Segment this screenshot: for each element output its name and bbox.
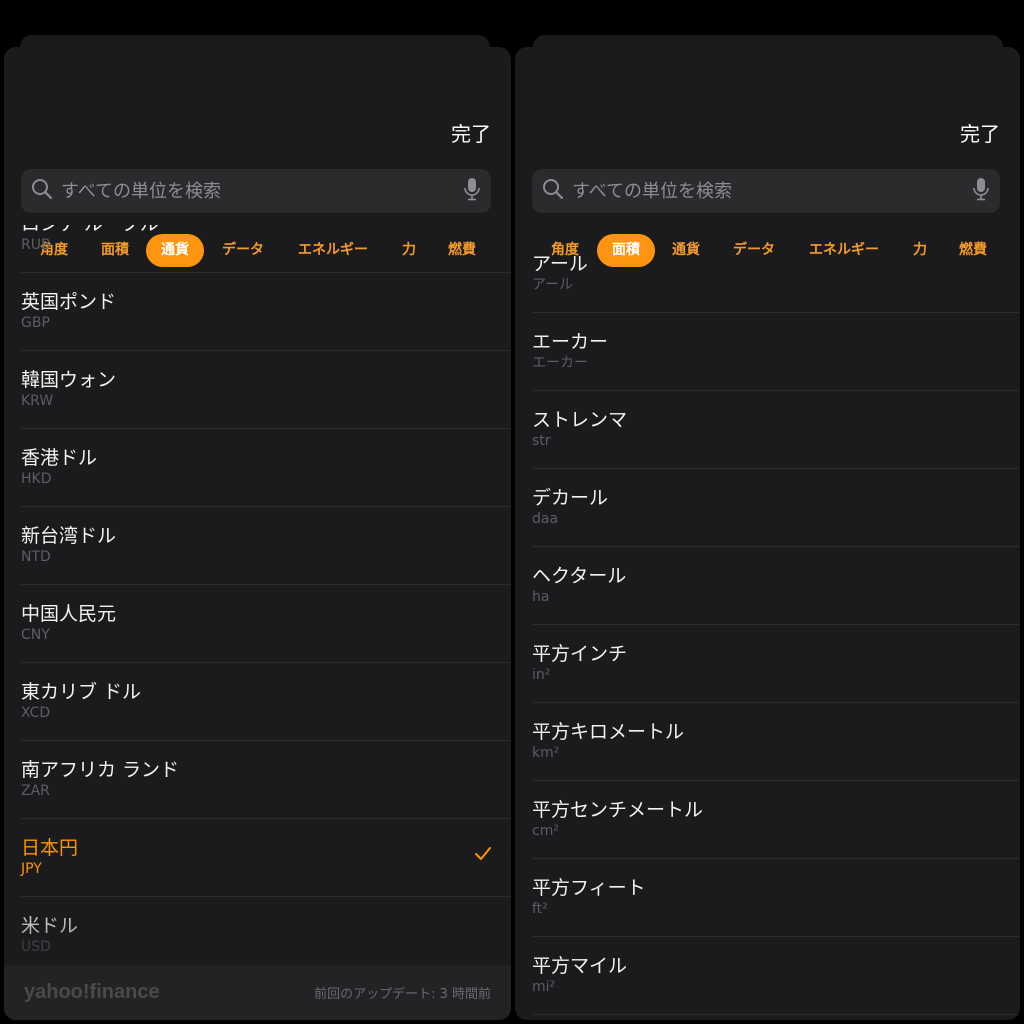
search-icon [542,178,564,204]
search-bar[interactable] [532,169,1000,213]
unit-row[interactable]: エーカー エーカー [532,313,1020,391]
unit-code: mi² [532,979,556,995]
unit-row[interactable]: 香港ドル HKD [21,429,511,507]
unit-code: RUB [21,237,51,253]
unit-name: 東カリブ ドル [21,681,142,703]
unit-row[interactable]: 日本円 JPY [21,819,511,897]
unit-row[interactable]: 中国人民元 CNY [21,585,511,663]
area-unit-sheet: 完了 角度面積通貨データエネルギー力燃費 アールアールエーカーエーカーストレンマ… [515,47,1020,1020]
unit-name: ヘクタール [532,565,627,587]
unit-list: アール アール エーカー エーカー ストレンマ str デカール daa ヘクタール ha 平方イン… [515,235,1020,1020]
microphone-icon[interactable] [463,177,481,205]
unit-name: 韓国ウォン [21,369,117,391]
search-icon [31,178,53,204]
unit-name: 南アフリカ ランド [21,759,180,781]
unit-name: 平方センチメートル [532,799,704,821]
unit-code: エーカー [532,355,588,371]
unit-code: GBP [21,315,50,331]
unit-code: ft² [532,901,548,917]
unit-name: アール [532,253,588,275]
unit-row[interactable]: 平方キロメートル km² [532,703,1020,781]
unit-code: KRW [21,393,54,409]
footer: yahoo!finance 前回のアップデート: 3 時間前 [4,965,511,1020]
unit-name: 英国ポンド [21,291,117,313]
search-bar[interactable] [21,169,491,213]
unit-name: ロシア ルーブル [21,225,511,236]
yahoo-finance-logo[interactable]: yahoo!finance [24,981,160,1004]
unit-code: daa [532,511,559,527]
currency-unit-sheet: 完了 角度面積通貨データエネルギー力燃費 ロシア ルーブルRUB英国ポンドGBP… [4,47,511,1020]
unit-name: 中国人民元 [21,603,117,625]
unit-code: HKD [21,471,52,487]
unit-row[interactable]: 韓国ウォン KRW [21,351,511,429]
unit-code: km² [532,745,560,761]
unit-code: ZAR [21,783,50,799]
done-button[interactable]: 完了 [451,118,491,147]
unit-row[interactable]: ストレンマ str [532,391,1020,469]
unit-code: CNY [21,627,50,643]
unit-code: JPY [21,861,42,877]
unit-code: ha [532,589,550,605]
unit-code: in² [532,667,551,683]
unit-row[interactable]: 平方フィート ft² [532,859,1020,937]
unit-list: ロシア ルーブルRUB 英国ポンド GBP 韓国ウォン KRW 香港ドル HKD 新台湾ドル N… [4,225,511,1020]
unit-name: デカール [532,487,609,509]
unit-row[interactable]: デカール daa [532,469,1020,547]
unit-name: 香港ドル [21,447,98,469]
list-fade [4,895,511,965]
unit-name: 平方フィート [532,877,646,899]
unit-code: アール [532,277,574,293]
unit-code: str [532,433,551,449]
unit-row[interactable]: 平方インチ in² [532,625,1020,703]
unit-name: ストレンマ [532,409,628,431]
unit-name: 平方マイル [532,955,628,977]
unit-name: 平方インチ [532,643,628,665]
unit-row[interactable]: 南アフリカ ランド ZAR [21,741,511,819]
unit-code: cm² [532,823,559,839]
unit-row[interactable]: 英国ポンド GBP [21,273,511,351]
unit-name: 日本円 [21,837,79,859]
unit-code: NTD [21,549,51,565]
unit-row[interactable]: ヘクタール ha [532,547,1020,625]
checkmark-icon [475,846,491,865]
unit-row[interactable]: 新台湾ドル NTD [21,507,511,585]
unit-code: XCD [21,705,51,721]
unit-row[interactable]: 平方センチメートル cm² [532,781,1020,859]
unit-row[interactable]: 東カリブ ドル XCD [21,663,511,741]
last-updated-text: 前回のアップデート: 3 時間前 [314,987,491,1002]
unit-row[interactable]: 平方マイル mi² [532,937,1020,1015]
unit-name: エーカー [532,331,609,353]
unit-name: 平方キロメートル [532,721,685,743]
search-input[interactable] [61,180,463,202]
microphone-icon[interactable] [972,177,990,205]
search-input[interactable] [572,180,972,202]
unit-row[interactable]: アール アール [532,235,1020,313]
done-button[interactable]: 完了 [960,118,1000,147]
unit-name: 新台湾ドル [21,525,117,547]
unit-row[interactable]: ロシア ルーブルRUB [21,225,511,273]
